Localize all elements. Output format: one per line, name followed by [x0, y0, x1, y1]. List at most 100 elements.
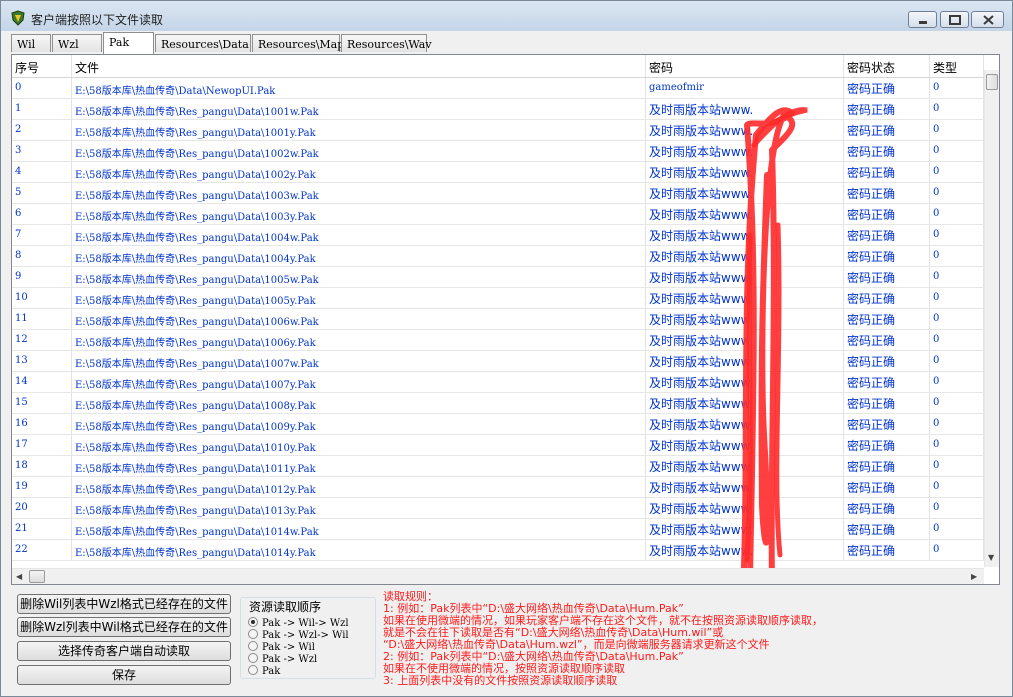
title-bar[interactable]: 客户端按照以下文件读取 [1, 1, 1012, 31]
read-order-option-label: Pak [262, 666, 281, 677]
delete-wil-duplicates-button[interactable]: 删除Wil列表中Wzl格式已经存在的文件 [17, 594, 231, 614]
save-button[interactable]: 保存 [17, 665, 231, 685]
row-index: 3 [12, 141, 72, 161]
app-icon [11, 10, 25, 26]
row-password: 及时雨版本站www. [646, 372, 844, 392]
row-type: 0 [930, 246, 984, 266]
table-row[interactable]: 14 E:\58版本库\热血传奇\Res_pangu\Data\1007y.Pak… [12, 372, 984, 393]
row-password: 及时雨版本站www. [646, 309, 844, 329]
vertical-scrollbar[interactable]: ▼ [984, 70, 999, 567]
tab-resources-data[interactable]: Resources\Data [155, 34, 251, 52]
row-file-path: E:\58版本库\热血传奇\Res_pangu\Data\1004w.Pak [72, 225, 646, 245]
minimize-button[interactable] [908, 11, 937, 28]
row-password: 及时雨版本站www. [646, 540, 844, 560]
table-row[interactable]: 6 E:\58版本库\热血传奇\Res_pangu\Data\1003y.Pak 及… [12, 204, 984, 225]
row-password-status: 密码正确 [844, 540, 930, 560]
radio-button-icon[interactable] [248, 641, 258, 651]
table-row[interactable]: 5 E:\58版本库\热血传奇\Res_pangu\Data\1003w.Pak 及… [12, 183, 984, 204]
column-header-password[interactable]: 密码 [646, 55, 844, 77]
read-order-option[interactable]: Pak -> Wil-> Wzl [248, 617, 349, 629]
table-row[interactable]: 16 E:\58版本库\热血传奇\Res_pangu\Data\1009y.Pak… [12, 414, 984, 435]
read-order-option[interactable]: Pak -> Wil [248, 641, 315, 653]
row-file-path: E:\58版本库\热血传奇\Res_pangu\Data\1001y.Pak [72, 120, 646, 140]
table-row[interactable]: 8 E:\58版本库\热血传奇\Res_pangu\Data\1004y.Pak 及… [12, 246, 984, 267]
table-row[interactable]: 7 E:\58版本库\热血传奇\Res_pangu\Data\1004w.Pak 及… [12, 225, 984, 246]
row-file-path: E:\58版本库\热血传奇\Res_pangu\Data\1012y.Pak [72, 477, 646, 497]
read-order-option[interactable]: Pak [248, 665, 280, 677]
row-file-path: E:\58版本库\热血传奇\Data\NewopUI.Pak [72, 78, 646, 98]
horizontal-scrollbar[interactable]: ◀ ▶ [12, 568, 984, 584]
read-order-option[interactable]: Pak -> Wzl-> Wil [248, 629, 349, 641]
row-password: 及时雨版本站www. [646, 267, 844, 287]
scroll-down-arrow-icon[interactable]: ▼ [988, 553, 994, 562]
row-type: 0 [930, 225, 984, 245]
radio-button-icon[interactable] [248, 629, 258, 639]
table-row[interactable]: 13 E:\58版本库\热血传奇\Res_pangu\Data\1007w.Pak… [12, 351, 984, 372]
tab-resources-wav[interactable]: Resources\Wav [341, 34, 432, 52]
row-password-status: 密码正确 [844, 204, 930, 224]
row-password: 及时雨版本站www. [646, 246, 844, 266]
row-index: 10 [12, 288, 72, 308]
row-password-status: 密码正确 [844, 183, 930, 203]
table-row[interactable]: 17 E:\58版本库\热血传奇\Res_pangu\Data\1010y.Pak… [12, 435, 984, 456]
row-file-path: E:\58版本库\热血传奇\Res_pangu\Data\1001w.Pak [72, 99, 646, 119]
row-file-path: E:\58版本库\热血传奇\Res_pangu\Data\1006w.Pak [72, 309, 646, 329]
read-order-option-label: Pak -> Wil [262, 642, 315, 653]
table-row[interactable]: 4 E:\58版本库\热血传奇\Res_pangu\Data\1002y.Pak 及… [12, 162, 984, 183]
table-row[interactable]: 2 E:\58版本库\热血传奇\Res_pangu\Data\1001y.Pak 及… [12, 120, 984, 141]
pak-file-table[interactable]: 序号 文件 密码 密码状态 类型 0 E:\58版本库\热血传奇\Data\New… [11, 54, 1000, 585]
table-row[interactable]: 9 E:\58版本库\热血传奇\Res_pangu\Data\1005w.Pak 及… [12, 267, 984, 288]
column-header-file[interactable]: 文件 [72, 55, 646, 77]
row-password: 及时雨版本站www. [646, 456, 844, 476]
row-file-path: E:\58版本库\热血传奇\Res_pangu\Data\1007y.Pak [72, 372, 646, 392]
table-row[interactable]: 15 E:\58版本库\热血传奇\Res_pangu\Data\1008y.Pak… [12, 393, 984, 414]
row-password: 及时雨版本站www. [646, 414, 844, 434]
maximize-button[interactable] [940, 11, 969, 28]
table-row[interactable]: 19 E:\58版本库\热血传奇\Res_pangu\Data\1012y.Pak… [12, 477, 984, 498]
row-index: 22 [12, 540, 72, 560]
row-type: 0 [930, 477, 984, 497]
tab-wil[interactable]: Wil [11, 34, 51, 52]
table-row[interactable]: 10 E:\58版本库\热血传奇\Res_pangu\Data\1005y.Pak… [12, 288, 984, 309]
tab-pak[interactable]: Pak [103, 32, 154, 54]
row-index: 1 [12, 99, 72, 119]
column-header-status[interactable]: 密码状态 [844, 55, 930, 77]
scroll-left-arrow-icon[interactable]: ◀ [16, 572, 22, 581]
table-row[interactable]: 20 E:\58版本库\热血传奇\Res_pangu\Data\1013y.Pak… [12, 498, 984, 519]
radio-button-icon[interactable] [248, 653, 258, 663]
row-password: 及时雨版本站www. [646, 120, 844, 140]
window-title: 客户端按照以下文件读取 [31, 13, 164, 27]
row-password-status: 密码正确 [844, 498, 930, 518]
read-order-option[interactable]: Pak -> Wzl [248, 653, 317, 665]
table-row[interactable]: 18 E:\58版本库\热血传奇\Res_pangu\Data\1011y.Pak… [12, 456, 984, 477]
horizontal-scroll-thumb[interactable] [29, 570, 45, 583]
tab-resources-map[interactable]: Resources\Map [252, 34, 344, 52]
row-type: 0 [930, 498, 984, 518]
table-row[interactable]: 22 E:\58版本库\热血传奇\Res_pangu\Data\1014y.Pak… [12, 540, 984, 561]
table-row[interactable]: 1 E:\58版本库\热血传奇\Res_pangu\Data\1001w.Pak 及… [12, 99, 984, 120]
row-password-status: 密码正确 [844, 435, 930, 455]
vertical-scroll-thumb[interactable] [986, 74, 998, 90]
row-password-status: 密码正确 [844, 309, 930, 329]
table-row[interactable]: 12 E:\58版本库\热血传奇\Res_pangu\Data\1006y.Pak… [12, 330, 984, 351]
row-type: 0 [930, 330, 984, 350]
read-order-option-label: Pak -> Wil-> Wzl [262, 618, 349, 629]
scroll-right-arrow-icon[interactable]: ▶ [971, 572, 977, 581]
radio-button-icon[interactable] [248, 617, 258, 627]
radio-button-icon[interactable] [248, 665, 258, 675]
column-header-index[interactable]: 序号 [12, 55, 72, 77]
delete-wzl-duplicates-button[interactable]: 删除Wzl列表中Wil格式已经存在的文件 [17, 617, 231, 637]
tab-wzl[interactable]: Wzl [52, 34, 102, 52]
select-client-button[interactable]: 选择传奇客户端自动读取 [17, 641, 231, 661]
table-row[interactable]: 11 E:\58版本库\热血传奇\Res_pangu\Data\1006w.Pak… [12, 309, 984, 330]
row-password: 及时雨版本站www. [646, 204, 844, 224]
row-file-path: E:\58版本库\热血传奇\Res_pangu\Data\1013y.Pak [72, 498, 646, 518]
table-row[interactable]: 21 E:\58版本库\热血传奇\Res_pangu\Data\1014w.Pak… [12, 519, 984, 540]
row-index: 4 [12, 162, 72, 182]
table-row[interactable]: 0 E:\58版本库\热血传奇\Data\NewopUI.Pak gameofmir… [12, 78, 984, 99]
row-type: 0 [930, 540, 984, 560]
row-index: 0 [12, 78, 72, 98]
close-button[interactable] [971, 11, 1004, 28]
column-header-type[interactable]: 类型 [930, 55, 984, 77]
table-row[interactable]: 3 E:\58版本库\热血传奇\Res_pangu\Data\1002w.Pak 及… [12, 141, 984, 162]
